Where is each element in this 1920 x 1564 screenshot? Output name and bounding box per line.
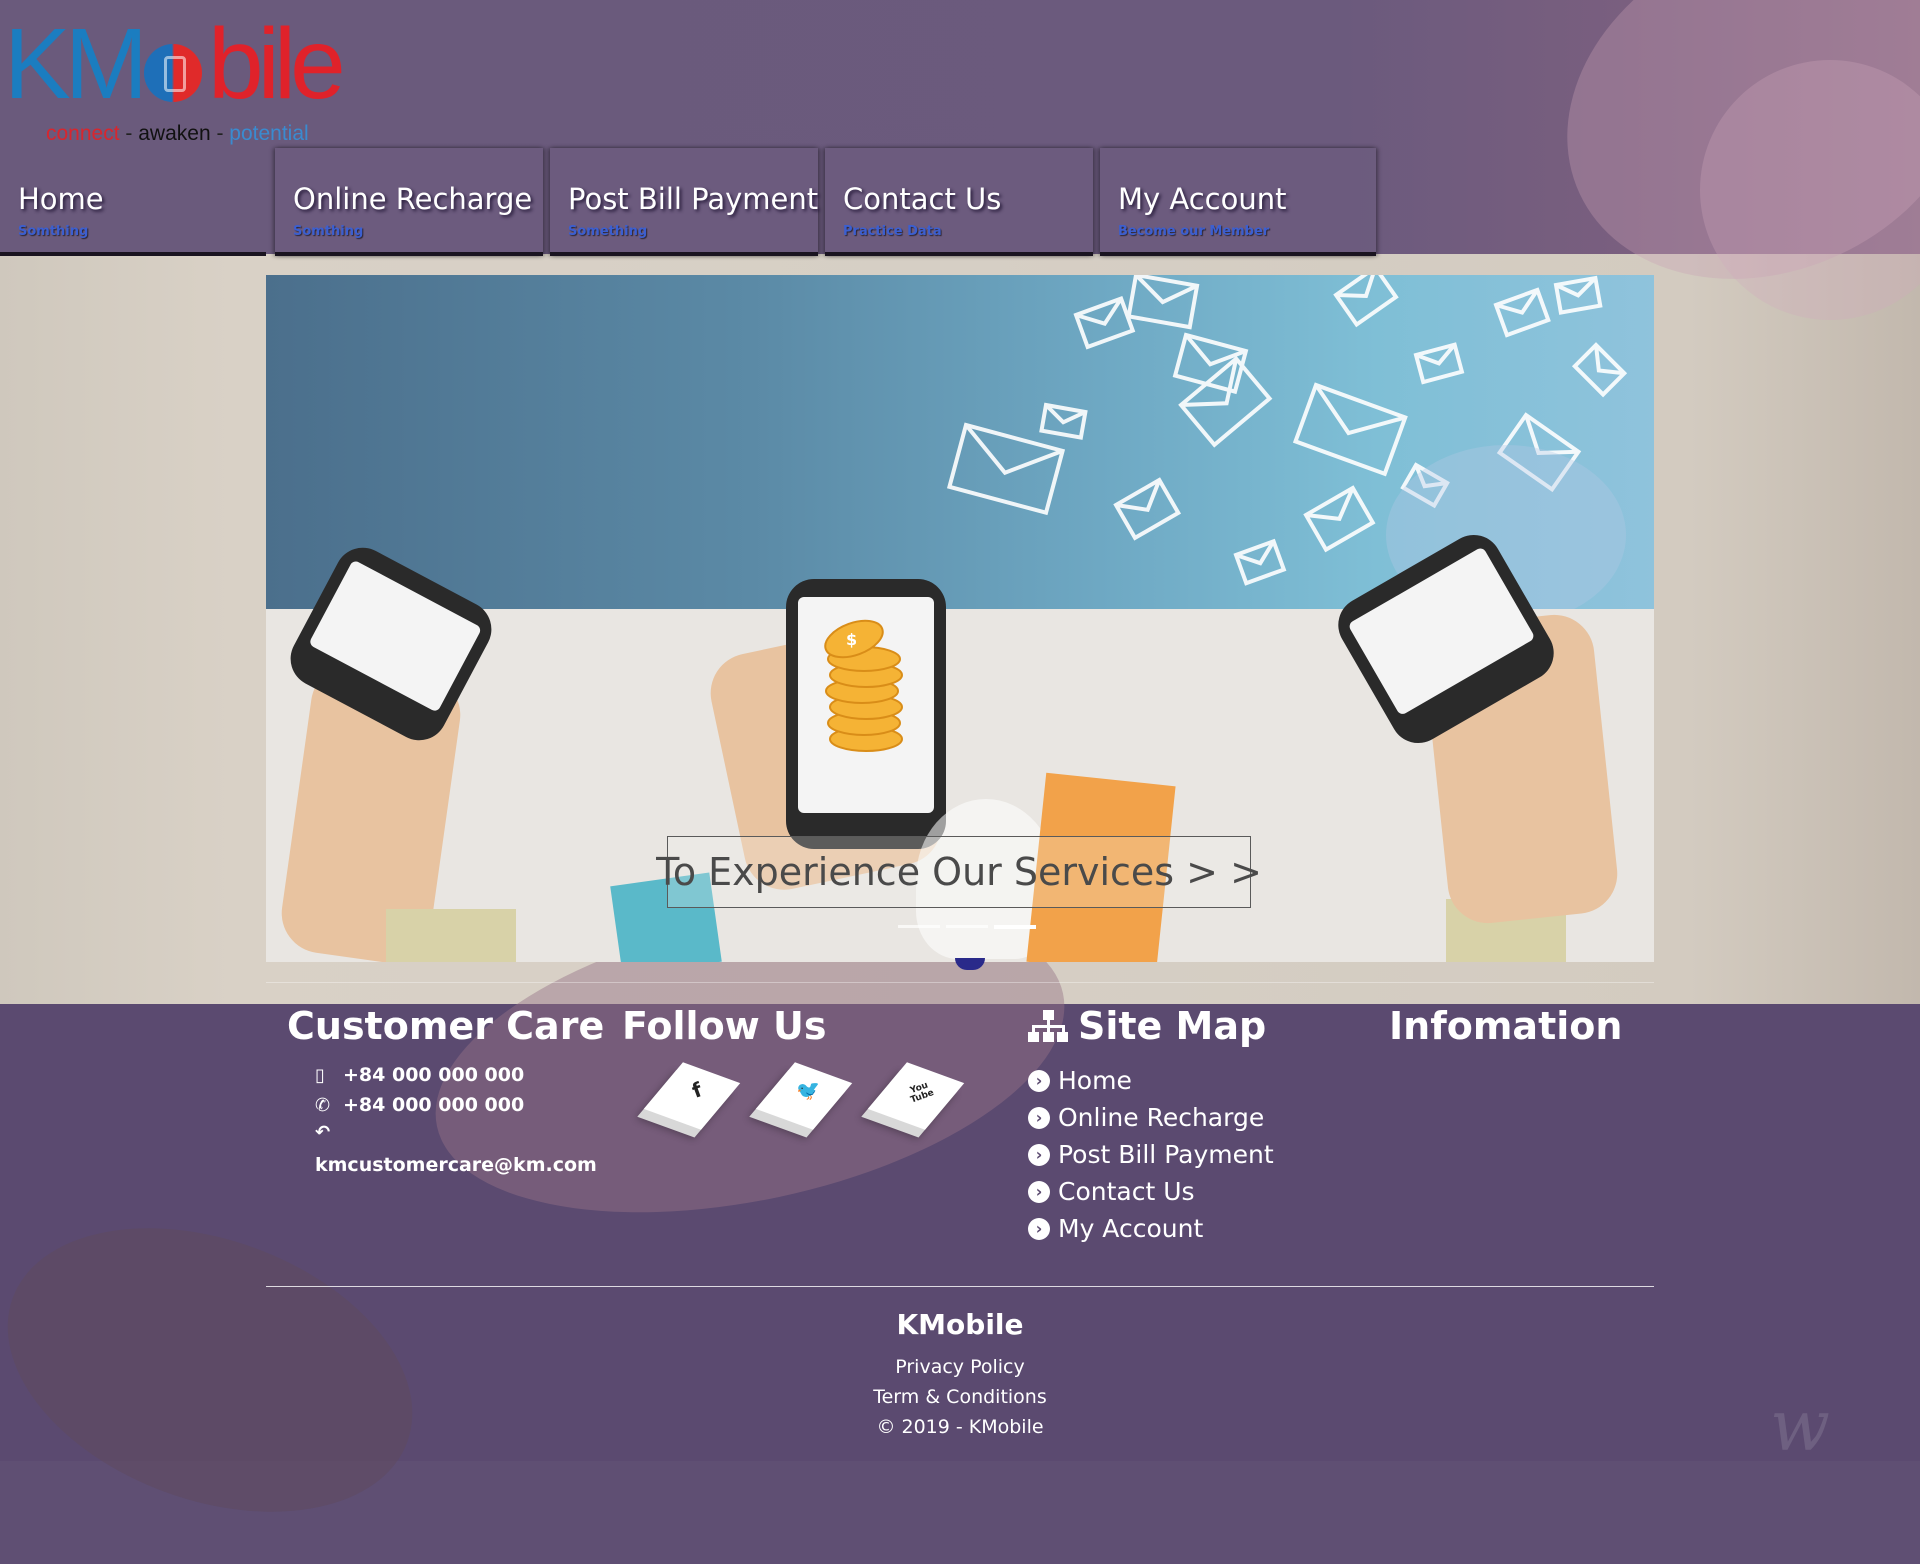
logo-letters-bile: bile — [208, 8, 346, 120]
nav-label: Online Recharge — [293, 182, 533, 216]
nav-sublabel: Somthing — [18, 224, 89, 239]
privacy-policy-link: Privacy Policy — [266, 1356, 1654, 1378]
sitemap-link-label: My Account — [1058, 1214, 1204, 1243]
decorative-block — [386, 909, 516, 962]
reply-icon: ↶ — [315, 1122, 331, 1143]
carousel-indicator[interactable] — [946, 925, 988, 928]
sitemap-link-contact-us[interactable]: › Contact Us — [1028, 1177, 1195, 1206]
care-phone-number: +84 000 000 000 — [343, 1094, 525, 1116]
tagline-awaken: awaken — [138, 122, 211, 145]
footer-divider — [266, 1286, 1654, 1287]
logo-tagline: connect - awaken - potential — [46, 122, 309, 146]
nav-label: Home — [18, 182, 104, 216]
sitemap-link-my-account[interactable]: › My Account — [1028, 1214, 1203, 1243]
twitter-button[interactable]: 🐦 — [755, 1060, 853, 1142]
customer-care-title: Customer Care — [287, 1004, 605, 1048]
tagline-separator: - — [210, 122, 230, 145]
site-map-title: Site Map — [1078, 1004, 1267, 1048]
logo-letter-m: M — [64, 8, 148, 120]
site-logo[interactable]: KM bile connect - awaken - potential — [4, 14, 464, 145]
chevron-right-icon: › — [1028, 1180, 1050, 1203]
facebook-button[interactable]: f — [643, 1060, 741, 1142]
chevron-right-icon: › — [1028, 1143, 1050, 1166]
sitemap-icon — [1028, 1010, 1068, 1042]
nav-label: Post Bill Payment — [568, 182, 819, 216]
mobile-icon: ▯ — [315, 1064, 325, 1086]
care-phone: ✆ +84 000 000 000 — [315, 1094, 524, 1116]
care-mobile: ▯ +84 000 000 000 — [315, 1064, 524, 1086]
sitemap-link-label: Contact Us — [1058, 1177, 1195, 1206]
terms-label[interactable]: Term & Conditions — [873, 1386, 1047, 1408]
care-email-address[interactable]: kmcustomercare@km.com — [315, 1154, 597, 1176]
care-email[interactable]: kmcustomercare@km.com — [315, 1154, 597, 1176]
nav-sublabel: Somthing — [293, 224, 364, 239]
sitemap-link-label: Online Recharge — [1058, 1103, 1265, 1132]
nav-sublabel: Practice Data — [843, 224, 942, 239]
tagline-potential: potential — [229, 122, 309, 145]
sitemap-link-post-bill-payment[interactable]: › Post Bill Payment — [1028, 1140, 1274, 1169]
sitemap-link-online-recharge[interactable]: › Online Recharge — [1028, 1103, 1264, 1132]
phone-icon: ✆ — [315, 1094, 331, 1116]
hero-phones-illustration: $ — [266, 524, 1654, 962]
nav-item-home[interactable]: Home Somthing — [0, 148, 266, 256]
chevron-right-icon: › — [1028, 1069, 1050, 1092]
svg-text:$: $ — [846, 630, 857, 649]
nav-label: My Account — [1118, 182, 1287, 216]
reply-icon-wrapper: ↶ — [315, 1122, 343, 1143]
carousel-indicator[interactable] — [898, 925, 940, 928]
sitemap-link-home[interactable]: › Home — [1028, 1066, 1132, 1095]
divider — [266, 982, 1654, 983]
sitemap-link-label: Home — [1058, 1066, 1132, 1095]
nav-item-online-recharge[interactable]: Online Recharge Somthing — [275, 148, 543, 256]
nav-sublabel: Something — [568, 224, 648, 239]
care-mobile-number: +84 000 000 000 — [343, 1064, 525, 1086]
carousel-indicators — [898, 925, 1038, 929]
sitemap-link-label: Post Bill Payment — [1058, 1140, 1274, 1169]
information-title: Infomation — [1389, 1004, 1623, 1048]
logo-letter-k: K — [4, 8, 71, 120]
chevron-right-icon: › — [1028, 1106, 1050, 1129]
youtube-button[interactable]: You Tube — [867, 1060, 965, 1142]
tagline-separator: - — [119, 122, 139, 145]
chevron-right-icon: › — [1028, 1217, 1050, 1240]
follow-us-title: Follow Us — [622, 1004, 827, 1048]
main-nav: Home Somthing Online Recharge Somthing P… — [0, 148, 1920, 256]
nav-item-my-account[interactable]: My Account Become our Member — [1100, 148, 1376, 256]
logo-wordmark: KM bile — [4, 14, 346, 114]
carousel-indicator-active[interactable] — [994, 925, 1036, 929]
terms-link: Term & Conditions — [266, 1386, 1654, 1408]
nav-item-post-bill-payment[interactable]: Post Bill Payment Something — [550, 148, 818, 256]
coins-icon: $ — [824, 619, 903, 752]
copyright: © 2019 - KMobile — [876, 1416, 1044, 1438]
hero-carousel[interactable]: $ To Experience Our Services > > — [266, 275, 1654, 962]
nav-item-contact-us[interactable]: Contact Us Practice Data — [825, 148, 1093, 256]
site-map-heading: Site Map — [1028, 1004, 1266, 1048]
nav-sublabel: Become our Member — [1118, 224, 1270, 239]
tagline-connect: connect — [46, 122, 120, 145]
experience-services-button[interactable]: To Experience Our Services > > — [656, 836, 1262, 908]
nav-label: Contact Us — [843, 182, 1002, 216]
watermark-decoration: w — [1770, 1385, 1830, 1467]
logo-phone-icon — [144, 44, 203, 102]
privacy-policy-label[interactable]: Privacy Policy — [895, 1356, 1024, 1378]
footer-brand: KMobile — [896, 1308, 1024, 1341]
